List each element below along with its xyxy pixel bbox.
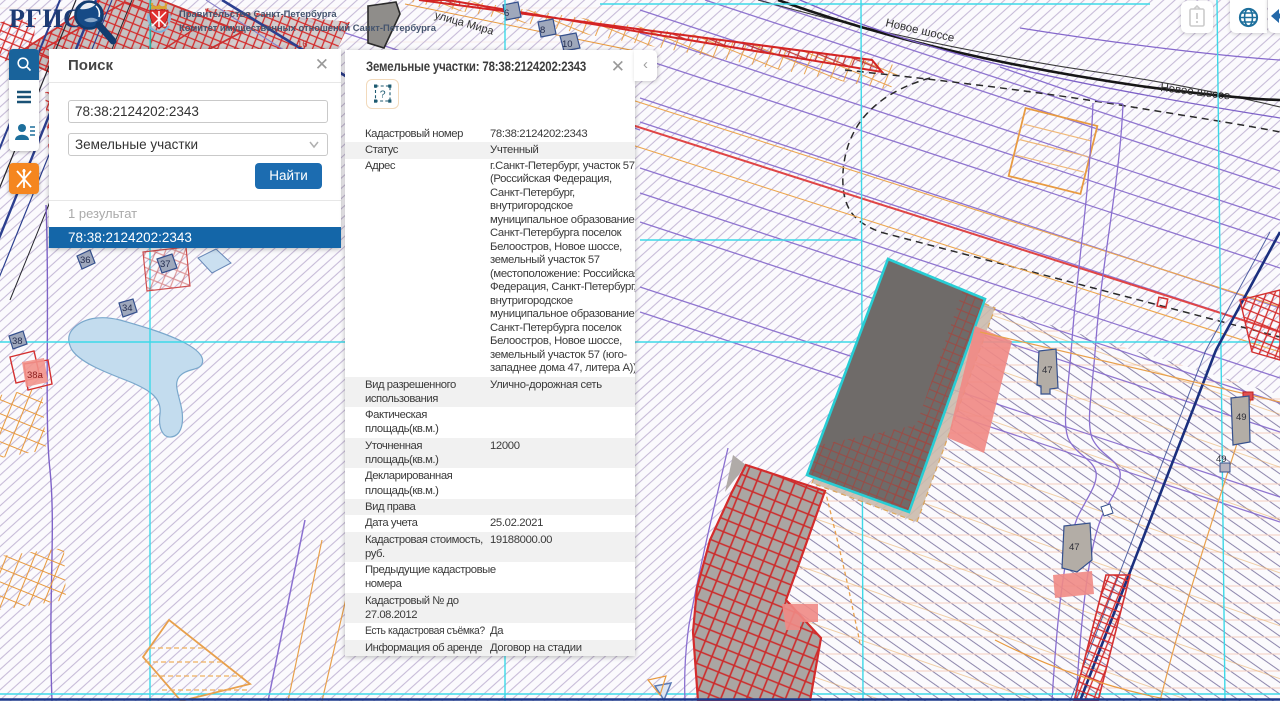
svg-text:37: 37 <box>160 259 171 270</box>
svg-text:38: 38 <box>12 336 23 347</box>
svg-text:?: ? <box>380 89 386 101</box>
svg-text:34: 34 <box>122 303 133 314</box>
svg-text:49: 49 <box>1216 454 1227 465</box>
svg-text:6: 6 <box>504 8 509 19</box>
svg-text:49: 49 <box>1236 412 1247 423</box>
svg-text:47: 47 <box>1069 542 1080 553</box>
svg-text:10: 10 <box>562 39 573 50</box>
svg-text:8: 8 <box>540 25 545 36</box>
svg-text:38a: 38a <box>27 370 44 381</box>
svg-text:36: 36 <box>80 255 91 266</box>
svg-text:47: 47 <box>1042 365 1053 376</box>
